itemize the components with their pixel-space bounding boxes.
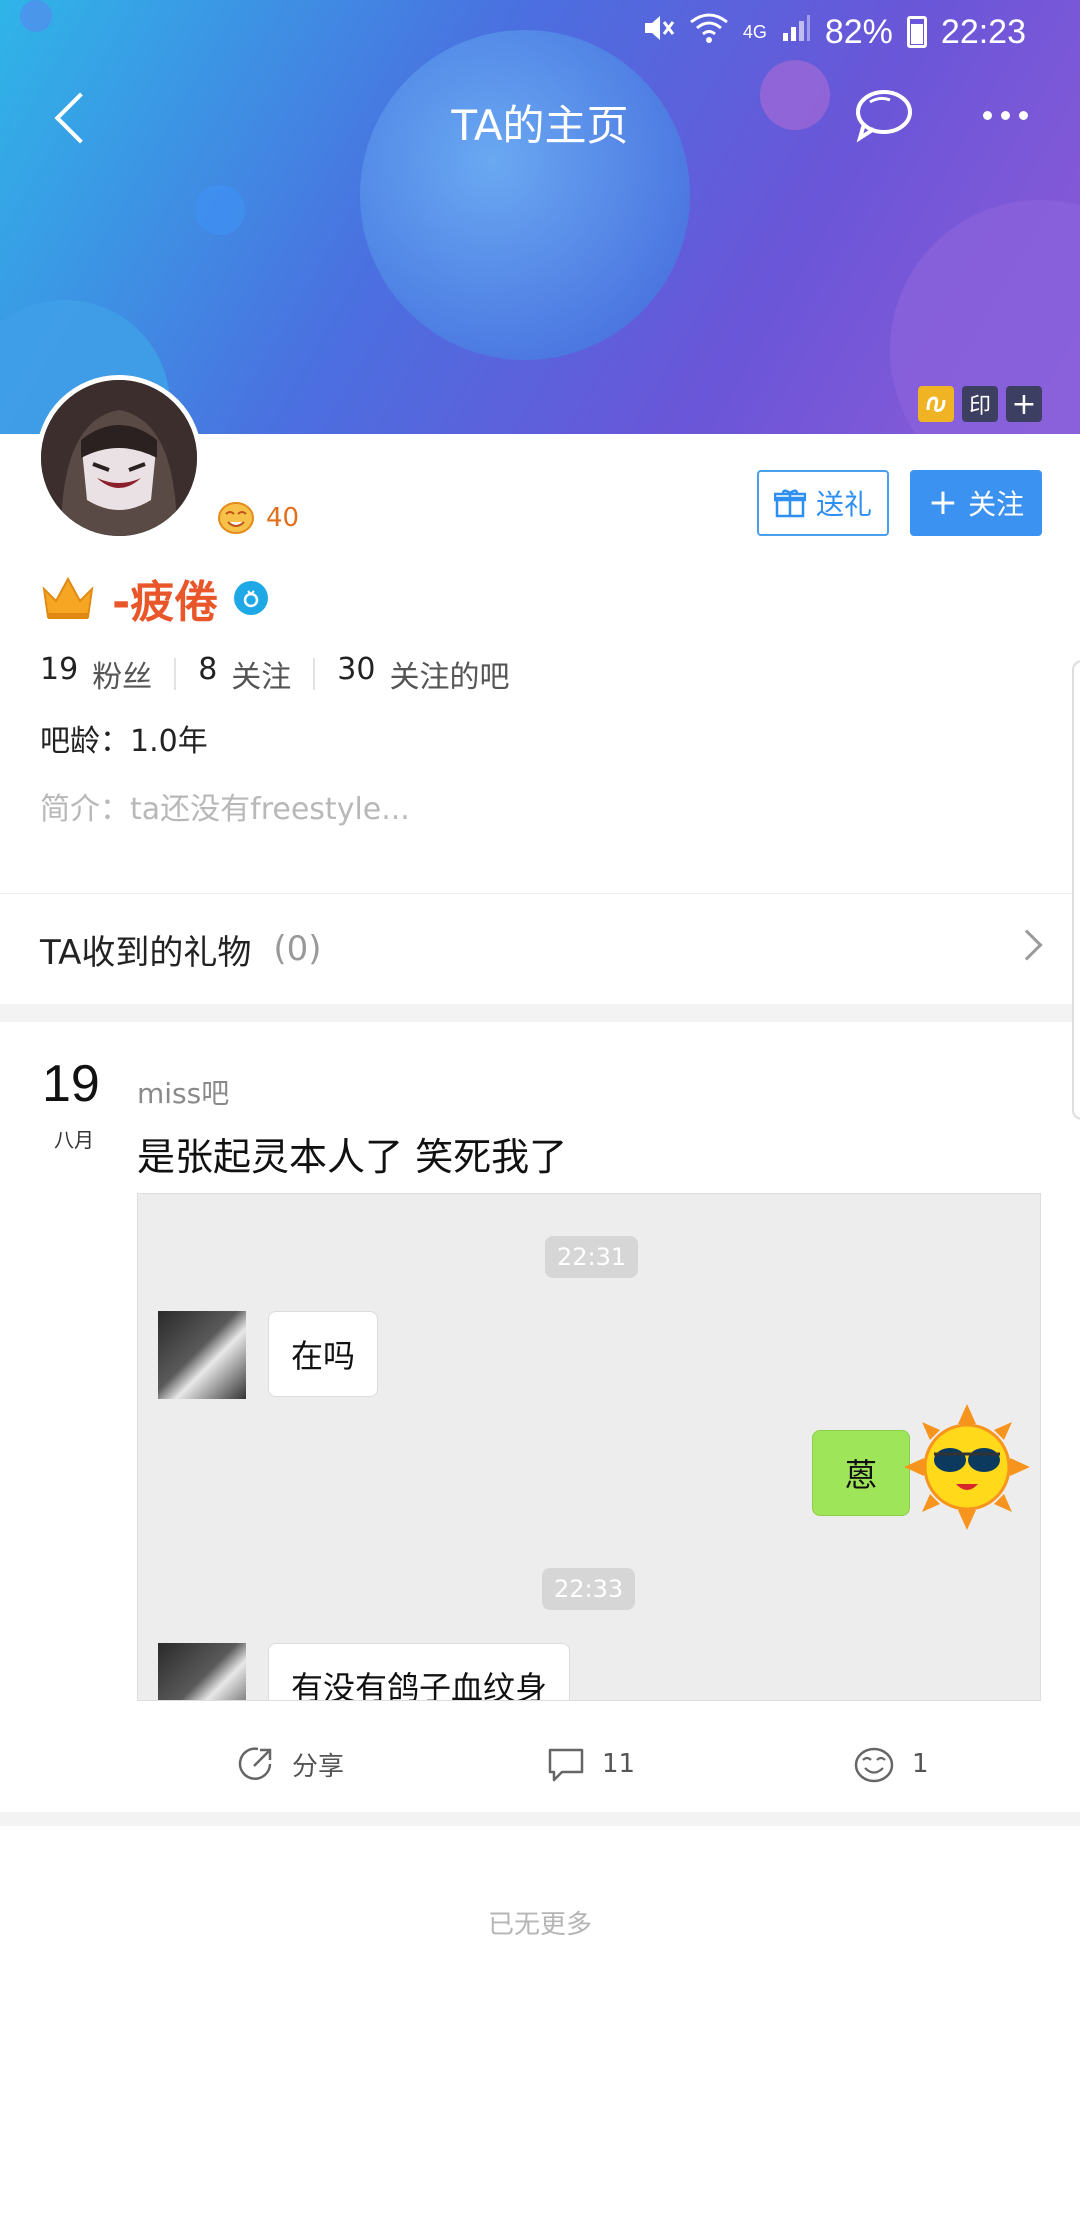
share-label: 分享 [292, 1751, 345, 1782]
avatar-image [41, 380, 197, 536]
comment-button[interactable]: 11 [546, 1744, 635, 1784]
send-gift-label: 送礼 [815, 488, 872, 521]
status-bar: 4G 82% 22:23 [641, 8, 1026, 56]
clock: 22:23 [940, 12, 1026, 51]
chat-message: 有没有鸽子血纹身 [268, 1643, 571, 1700]
chat-message: 在吗 [268, 1311, 379, 1397]
like-count: 1 [912, 1749, 929, 1779]
mute-icon [641, 11, 675, 53]
dot-icon [1018, 110, 1028, 120]
verified-ring-icon[interactable] [234, 581, 269, 615]
like-button[interactable]: 1 [852, 1744, 929, 1784]
level-number: 40 [266, 503, 300, 533]
chat-button[interactable] [850, 84, 916, 146]
no-more-text: 已无更多 [487, 1910, 592, 1940]
section-divider [0, 1812, 1080, 1826]
medal-badge-icon[interactable] [918, 386, 954, 422]
received-gifts-label: TA收到的礼物 [40, 932, 252, 973]
section-divider [0, 1004, 1080, 1022]
plus-icon: + [927, 482, 959, 523]
banner-badges: 印 + [918, 386, 1042, 422]
sun-sunglasses-emoji-icon [904, 1404, 1030, 1530]
chevron-right-icon [1011, 929, 1043, 961]
send-gift-button[interactable]: 送礼 [757, 470, 889, 536]
stat-following[interactable]: 8 关注 [198, 652, 291, 696]
stat-following-label: 关注 [231, 660, 292, 695]
chat-timestamp: 22:31 [545, 1236, 639, 1278]
comment-count: 11 [602, 1749, 636, 1779]
username: -疲倦 [112, 577, 219, 628]
battery-icon [906, 16, 927, 48]
account-age: 吧龄：1.0年 [40, 724, 208, 759]
wifi-icon [689, 12, 729, 52]
stat-fans-label: 粉丝 [92, 660, 153, 695]
chat-reply: 蒽 [812, 1430, 910, 1516]
stat-bars-label: 关注的吧 [389, 660, 510, 695]
chat-bubble-icon [856, 90, 912, 143]
post-month: 八月 [54, 1128, 94, 1152]
chat-avatar [158, 1311, 246, 1399]
post-forum[interactable]: miss吧 [137, 1072, 229, 1112]
user-level: 40 [216, 500, 299, 536]
crown-icon [42, 576, 94, 619]
post-day: 19 [42, 1055, 100, 1113]
chat-avatar [158, 1643, 246, 1700]
stat-fans-count: 19 [40, 652, 79, 687]
stat-fans[interactable]: 19 粉丝 [40, 652, 152, 696]
avatar[interactable] [36, 375, 202, 541]
seal-badge[interactable]: 印 [962, 386, 998, 422]
add-badge-icon[interactable]: + [1006, 386, 1042, 422]
stat-divider [313, 658, 316, 690]
gift-icon [773, 489, 806, 518]
share-icon [238, 1747, 272, 1780]
post-image[interactable]: 22:31 在吗 蒽 22:33 有没有鸽子血纹身 [137, 1193, 1041, 1701]
stat-divider [174, 658, 177, 690]
comment-icon [548, 1748, 584, 1782]
post-title[interactable]: 是张起灵本人了 笑死我了 [137, 1126, 567, 1181]
stat-bars-count: 30 [337, 652, 376, 687]
signal-icon [781, 13, 811, 51]
stat-followed-bars[interactable]: 30 关注的吧 [337, 652, 509, 696]
share-button[interactable]: 分享 [236, 1744, 344, 1784]
level-face-icon [218, 502, 254, 534]
banner-bubble [20, 0, 52, 32]
follow-label: 关注 [968, 488, 1025, 521]
page-title: TA的主页 [451, 101, 629, 150]
follow-button[interactable]: + 关注 [910, 470, 1042, 536]
banner-bubble [195, 185, 245, 235]
received-gifts-count: (0) [273, 929, 322, 969]
post-actions: 分享 11 1 [0, 1720, 1080, 1816]
bio: 简介：ta还没有freestyle... [40, 792, 410, 827]
stat-following-count: 8 [198, 652, 218, 687]
battery-percent: 82% [824, 12, 893, 51]
side-drawer-handle[interactable] [1072, 660, 1080, 1120]
like-face-icon [854, 1747, 894, 1783]
dot-icon [982, 110, 992, 120]
profile-stats: 19 粉丝 8 关注 30 关注的吧 [40, 652, 509, 696]
top-nav: TA的主页 [0, 70, 1080, 170]
network-type: 4G [742, 21, 767, 42]
username-row: -疲倦 [40, 566, 269, 630]
chat-timestamp: 22:33 [542, 1568, 636, 1610]
more-button[interactable] [975, 84, 1035, 146]
received-gifts-row[interactable]: TA收到的礼物 (0) [0, 894, 1080, 1004]
profile-banner: 4G 82% 22:23 TA的主页 印 + [0, 0, 1080, 434]
dot-icon [1000, 110, 1010, 120]
